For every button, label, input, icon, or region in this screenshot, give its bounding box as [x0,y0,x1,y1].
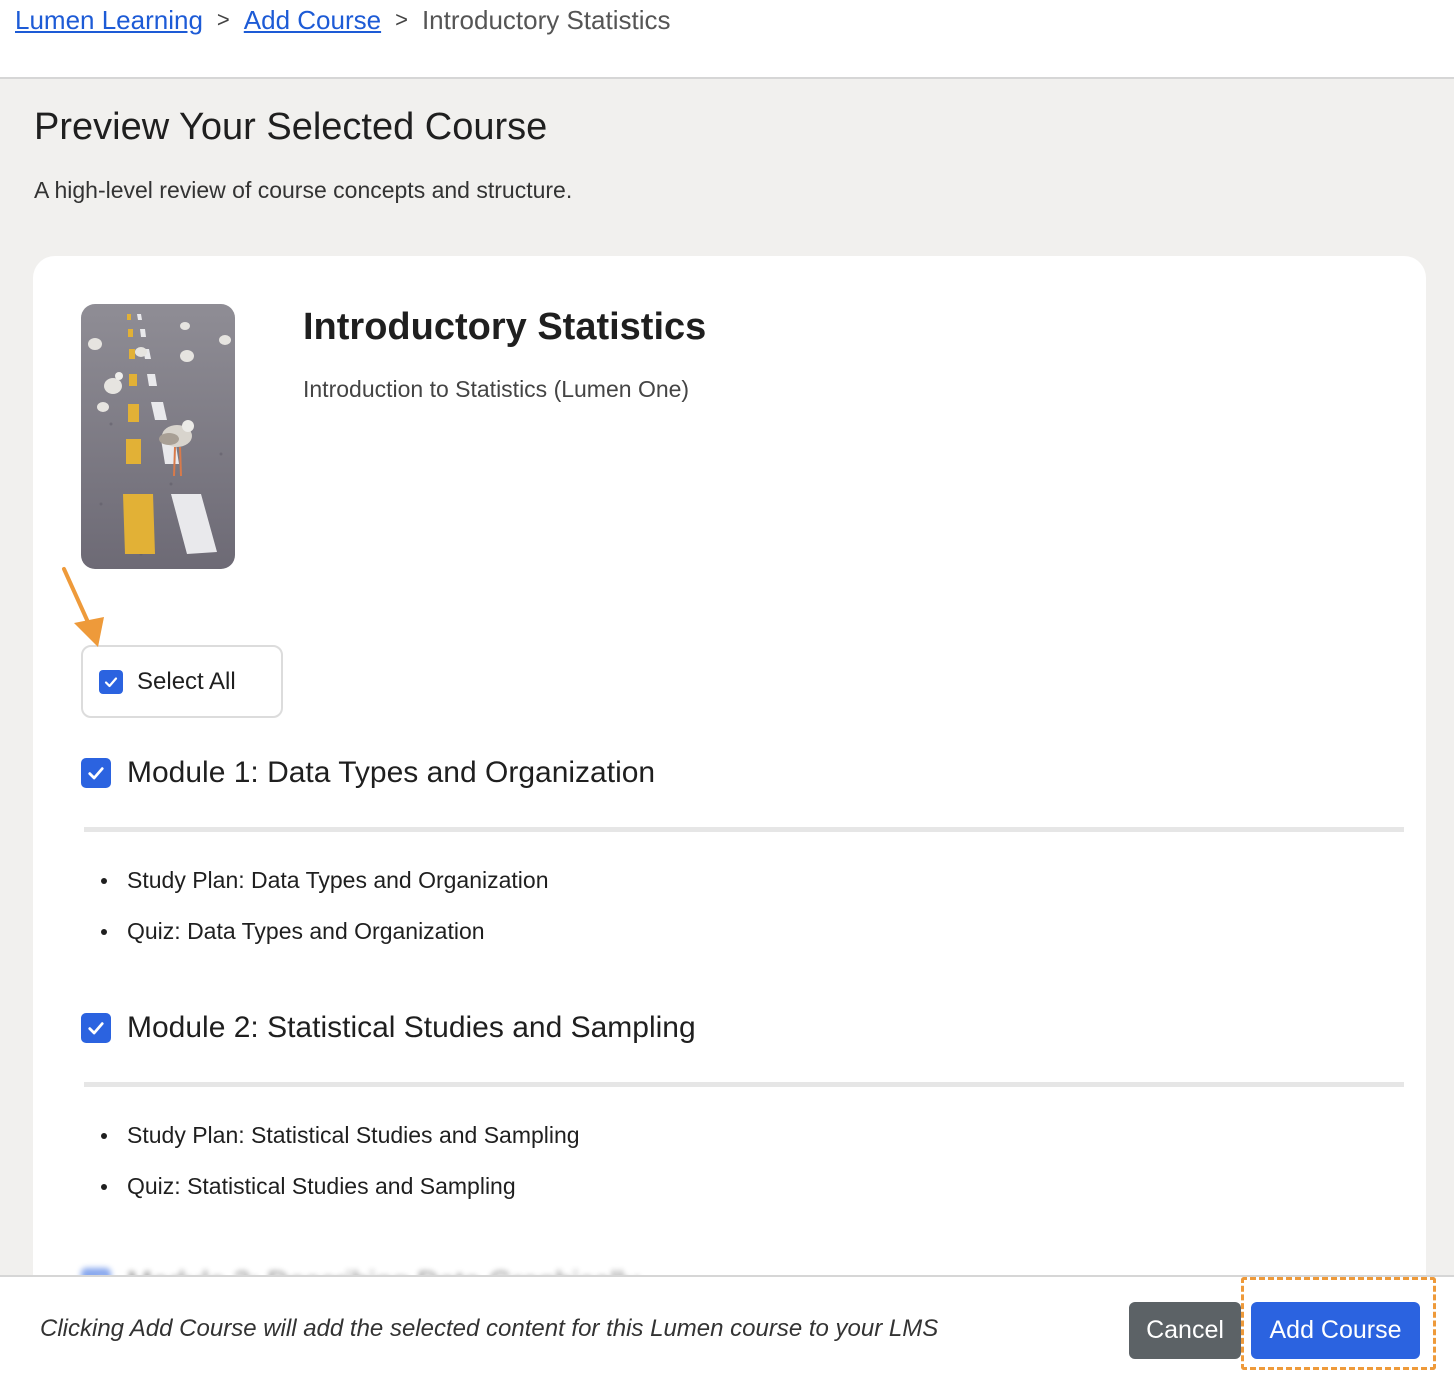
breadcrumb-separator: > [395,7,408,32]
checkmark-icon [81,1013,111,1043]
page-title: Preview Your Selected Course [34,106,548,148]
footer-bar: Clicking Add Course will add the selecte… [0,1275,1454,1384]
list-item: Quiz: Data Types and Organization [101,906,549,957]
module-title: Module 2: Statistical Studies and Sampli… [127,1011,696,1044]
divider [84,827,1404,832]
list-item: Study Plan: Data Types and Organization [101,855,549,906]
select-all-checkbox[interactable]: Select All [81,645,283,718]
course-title: Introductory Statistics [303,306,707,348]
breadcrumb-link-lumen-learning[interactable]: Lumen Learning [15,4,203,36]
footer-note: Clicking Add Course will add the selecte… [40,1315,939,1342]
course-cover-image [81,304,235,569]
divider [84,1082,1404,1087]
checkmark-icon [99,669,123,694]
module-item-list: Study Plan: Data Types and Organization … [101,855,549,957]
list-item: Quiz: Statistical Studies and Sampling [101,1161,580,1212]
module-title: Module 1: Data Types and Organization [127,756,656,789]
cancel-button[interactable]: Cancel [1129,1302,1241,1359]
top-bar: Lumen Learning > Add Course > Introducto… [0,0,1454,79]
select-all-label: Select All [137,667,236,695]
page-subtitle: A high-level review of course concepts a… [34,177,573,203]
module-section: Module 2: Statistical Studies and Sampli… [81,1011,1405,1199]
checkmark-icon [81,758,111,788]
breadcrumb-link-add-course[interactable]: Add Course [244,4,381,36]
course-preview-card: Introductory Statistics Introduction to … [33,256,1426,1384]
breadcrumb-current: Introductory Statistics [421,5,671,35]
annotation-arrow-icon [62,567,104,647]
module-section: Module 1: Data Types and Organization St… [81,756,1405,944]
module-item-list: Study Plan: Statistical Studies and Samp… [101,1110,580,1212]
breadcrumb-separator: > [216,7,230,32]
module-checkbox[interactable]: Module 2: Statistical Studies and Sampli… [81,1011,1405,1045]
add-course-button[interactable]: Add Course [1251,1302,1420,1359]
module-checkbox[interactable]: Module 1: Data Types and Organization [81,756,1405,790]
breadcrumb: Lumen Learning > Add Course > Introducto… [15,4,671,36]
course-subtitle: Introduction to Statistics (Lumen One) [303,376,690,402]
list-item: Study Plan: Statistical Studies and Samp… [101,1110,580,1161]
